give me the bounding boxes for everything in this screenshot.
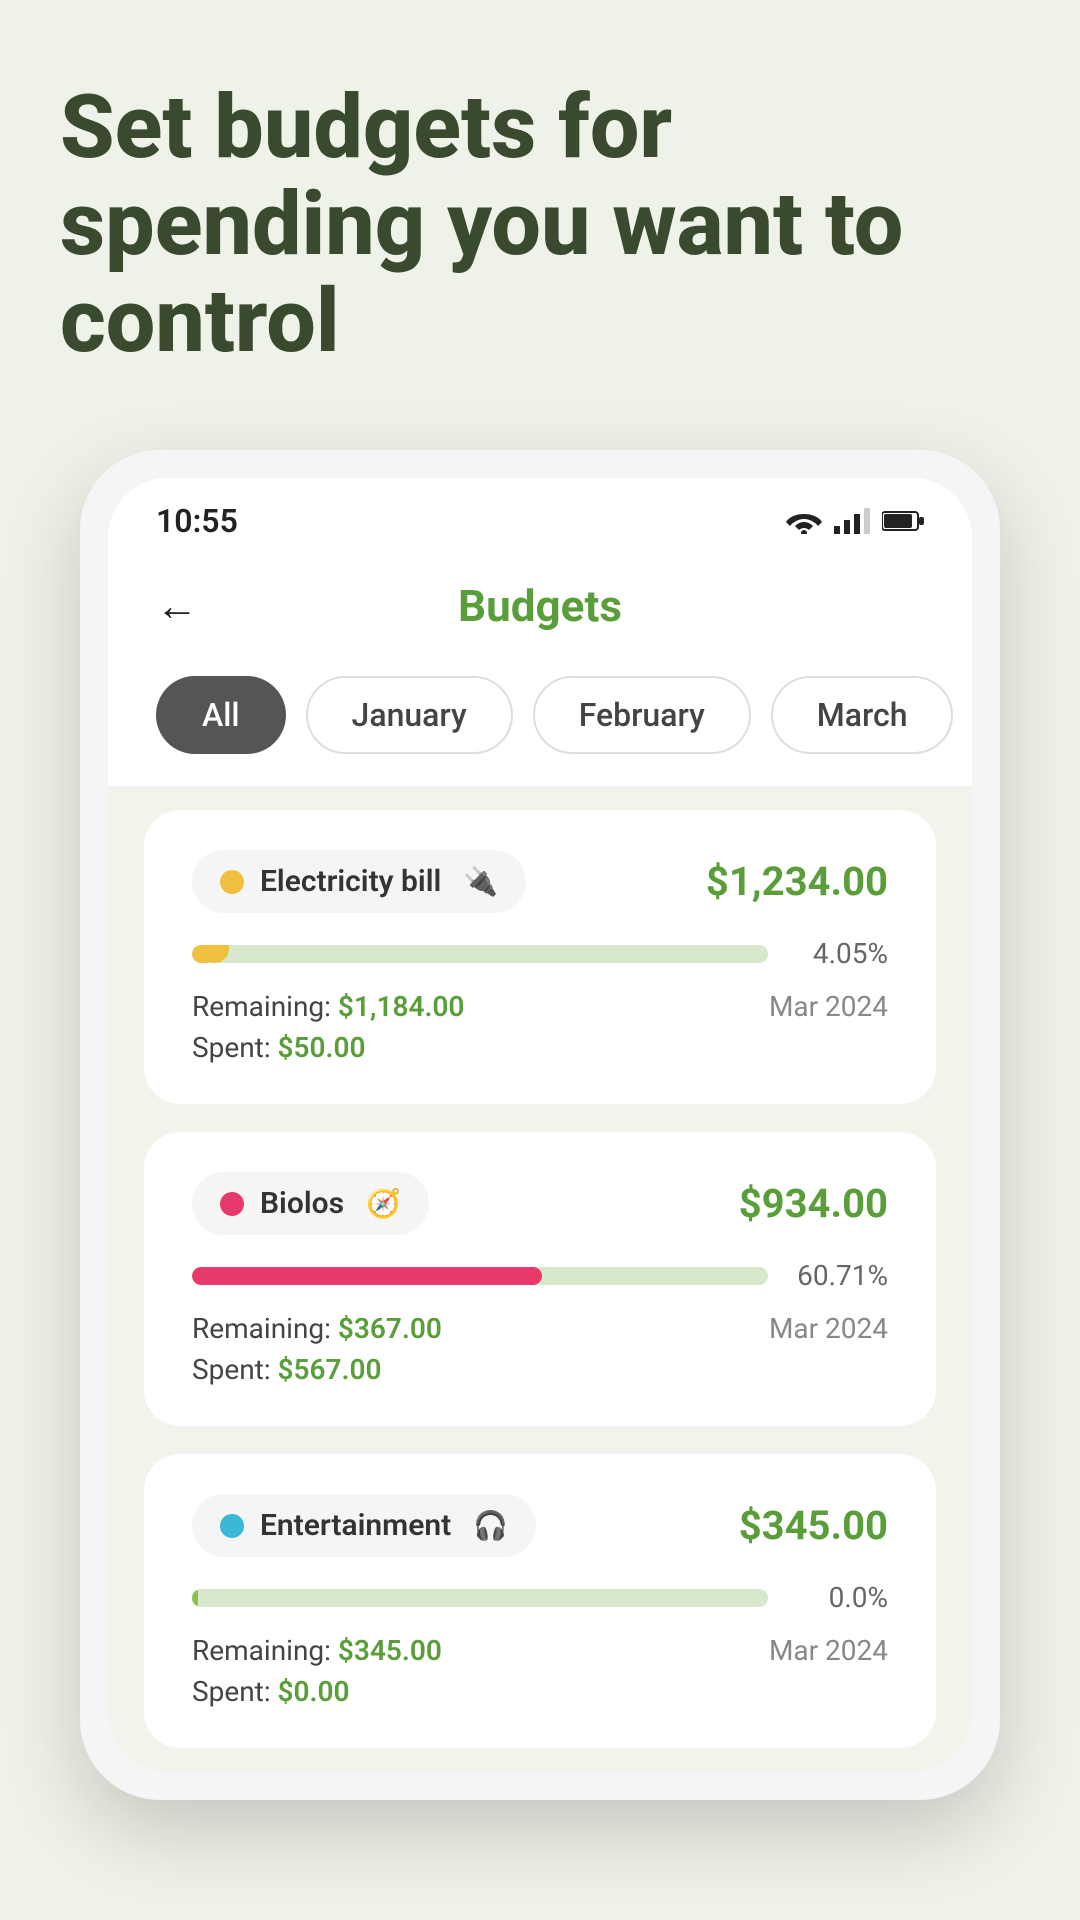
progress-row-entertainment: 0.0% (192, 1581, 888, 1614)
progress-fill-electricity (192, 945, 215, 963)
signal-icon (834, 508, 870, 534)
spent-value-entertainment: $0.00 (278, 1675, 350, 1708)
entertainment-icon: 🎧 (473, 1509, 508, 1542)
remaining-value-entertainment: $345.00 (338, 1634, 442, 1667)
progress-row-electricity: 4.05% (192, 937, 888, 970)
card-bottom-entertainment: Remaining: $345.00 Spent: $0.00 Mar 2024 (192, 1634, 888, 1708)
category-name-electricity: Electricity bill (260, 864, 441, 899)
status-time: 10:55 (156, 502, 238, 540)
back-button[interactable]: ← (156, 582, 198, 631)
category-dot-electricity (220, 870, 244, 894)
spent-label-biolos: Spent: $567.00 (192, 1353, 442, 1386)
category-pill-biolos: Biolos 🧭 (192, 1172, 429, 1235)
budget-amount-biolos: $934.00 (739, 1180, 888, 1227)
card-date-entertainment: Mar 2024 (769, 1634, 888, 1667)
category-name-entertainment: Entertainment (260, 1508, 451, 1543)
category-pill-entertainment: Entertainment 🎧 (192, 1494, 536, 1557)
progress-row-biolos: 60.71% (192, 1259, 888, 1292)
card-bottom-electricity: Remaining: $1,184.00 Spent: $50.00 Mar 2… (192, 990, 888, 1064)
card-top-biolos: Biolos 🧭 $934.00 (192, 1172, 888, 1235)
category-pill-electricity: Electricity bill 🔌 (192, 850, 526, 913)
remaining-label-biolos: Remaining: $367.00 (192, 1312, 442, 1345)
status-icons (786, 508, 924, 534)
filter-tab-march[interactable]: March (771, 676, 954, 754)
progress-dot-electricity (201, 945, 229, 963)
phone-screen: 10:55 (108, 478, 972, 1772)
budget-card-biolos: Biolos 🧭 $934.00 60.71% (144, 1132, 936, 1426)
spent-value-biolos: $567.00 (278, 1353, 382, 1386)
budget-card-electricity: Electricity bill 🔌 $1,234.00 4.05% (144, 810, 936, 1104)
card-stats-entertainment: Remaining: $345.00 Spent: $0.00 (192, 1634, 442, 1708)
progress-pct-entertainment: 0.0% (788, 1581, 888, 1614)
app-header: ← Budgets (108, 552, 972, 652)
progress-fill-biolos (192, 1267, 542, 1285)
category-dot-entertainment (220, 1514, 244, 1538)
filter-tab-all[interactable]: All (156, 676, 286, 754)
card-date-electricity: Mar 2024 (769, 990, 888, 1023)
progress-pct-biolos: 60.71% (788, 1259, 888, 1292)
progress-track-electricity (192, 945, 768, 963)
category-name-biolos: Biolos (260, 1186, 344, 1221)
card-top-electricity: Electricity bill 🔌 $1,234.00 (192, 850, 888, 913)
remaining-value-electricity: $1,184.00 (338, 990, 465, 1023)
filter-tab-february[interactable]: February (533, 676, 751, 754)
page-wrapper: Set budgets for spending you want to con… (0, 0, 1080, 1920)
budget-card-entertainment: Entertainment 🎧 $345.00 0.0% (144, 1454, 936, 1748)
card-bottom-biolos: Remaining: $367.00 Spent: $567.00 Mar 20… (192, 1312, 888, 1386)
spent-label-electricity: Spent: $50.00 (192, 1031, 464, 1064)
card-date-biolos: Mar 2024 (769, 1312, 888, 1345)
card-stats-biolos: Remaining: $367.00 Spent: $567.00 (192, 1312, 442, 1386)
budget-amount-electricity: $1,234.00 (706, 858, 888, 905)
card-stats-electricity: Remaining: $1,184.00 Spent: $50.00 (192, 990, 464, 1064)
spent-value-electricity: $50.00 (278, 1031, 366, 1064)
status-bar: 10:55 (108, 478, 972, 552)
app-title: Budgets (458, 580, 622, 632)
filter-row: All January February March (108, 652, 972, 786)
category-dot-biolos (220, 1192, 244, 1216)
biolos-icon: 🧭 (366, 1187, 401, 1220)
phone-mockup: 10:55 (80, 450, 1000, 1800)
progress-pct-electricity: 4.05% (788, 937, 888, 970)
remaining-label-electricity: Remaining: $1,184.00 (192, 990, 464, 1023)
battery-icon (882, 510, 924, 532)
budget-amount-entertainment: $345.00 (739, 1502, 888, 1549)
progress-track-entertainment (192, 1589, 768, 1607)
budget-cards-container: Electricity bill 🔌 $1,234.00 4.05% (108, 786, 972, 1772)
progress-track-biolos (192, 1267, 768, 1285)
remaining-value-biolos: $367.00 (338, 1312, 442, 1345)
progress-fill-entertainment (192, 1589, 198, 1607)
page-headline: Set budgets for spending you want to con… (60, 80, 1020, 370)
remaining-label-entertainment: Remaining: $345.00 (192, 1634, 442, 1667)
electricity-icon: 🔌 (463, 865, 498, 898)
wifi-icon (786, 508, 822, 534)
spent-label-entertainment: Spent: $0.00 (192, 1675, 442, 1708)
card-top-entertainment: Entertainment 🎧 $345.00 (192, 1494, 888, 1557)
filter-tab-january[interactable]: January (306, 676, 513, 754)
